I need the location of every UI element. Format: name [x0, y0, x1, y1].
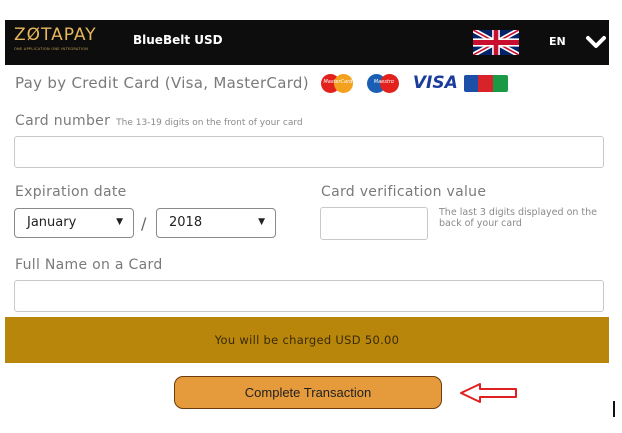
card-number-input[interactable] [14, 136, 604, 168]
payment-method-row: Pay by Credit Card (Visa, MasterCard) Ma… [15, 73, 508, 93]
zotapay-logo: ZØTAPAY ONE APPLICATION ONE INTEGRATION [14, 24, 97, 52]
card-number-hint: The 13-19 digits on the front of your ca… [116, 118, 303, 128]
select-arrow-icon: ▼ [116, 217, 123, 227]
expiry-month-value: January [27, 215, 77, 230]
logo-text: ZØTAPAY [14, 25, 97, 45]
jcb-logo [463, 74, 508, 92]
card-brand-logos: MasterCard Maestro VISA [319, 73, 508, 93]
expiry-year-select[interactable]: 2018 ▼ [156, 208, 276, 238]
select-arrow-icon: ▼ [258, 217, 265, 227]
merchant-label: BlueBelt USD [133, 33, 223, 47]
language-code[interactable]: EN [549, 35, 566, 48]
expiry-separator: / [141, 214, 147, 233]
logo-tagline: ONE APPLICATION ONE INTEGRATION [14, 47, 89, 51]
red-arrow-icon [460, 383, 517, 403]
card-number-label-row: Card number The 13-19 digits on the front… [15, 113, 303, 129]
mastercard-logo: MasterCard [319, 73, 357, 93]
header-bar: ZØTAPAY ONE APPLICATION ONE INTEGRATION … [5, 20, 609, 65]
cvv-hint: The last 3 digits displayed on the back … [439, 207, 598, 229]
expiry-year-value: 2018 [169, 215, 203, 230]
full-name-input[interactable] [14, 280, 604, 312]
cvv-input[interactable] [320, 207, 428, 240]
text-cursor [613, 401, 615, 417]
expiration-label: Expiration date [15, 184, 127, 200]
cvv-label: Card verification value [321, 184, 487, 200]
visa-logo: VISA [412, 73, 458, 93]
expiry-month-select[interactable]: January ▼ [14, 208, 134, 238]
full-name-label: Full Name on a Card [15, 257, 163, 273]
payment-method-title: Pay by Credit Card (Visa, MasterCard) [15, 74, 309, 92]
maestro-logo: Maestro [365, 73, 403, 93]
complete-transaction-button[interactable]: Complete Transaction [174, 376, 442, 409]
charge-text: You will be charged USD 50.00 [214, 333, 400, 347]
chevron-down-icon[interactable] [585, 34, 607, 50]
uk-flag-icon[interactable] [473, 30, 519, 55]
card-number-label: Card number [15, 113, 111, 129]
charge-notice: You will be charged USD 50.00 [5, 317, 609, 363]
